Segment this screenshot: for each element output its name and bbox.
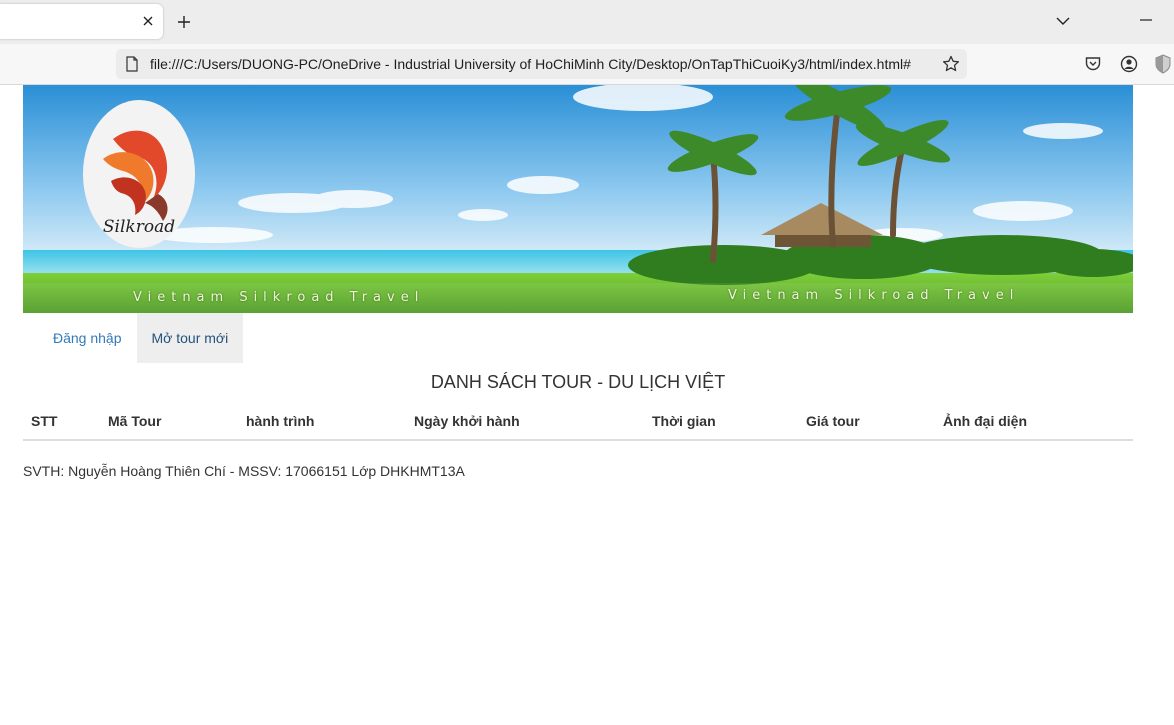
column-header-ma-tour: Mã Tour [100,403,238,441]
tab-strip [0,0,1174,44]
banner-caption-left: Vietnam Silkroad Travel [133,290,425,305]
page-title: DANH SÁCH TOUR - DU LỊCH VIỆT [430,372,726,392]
address-bar[interactable]: file:///C:/Users/DUONG-PC/OneDrive - Ind… [116,49,967,79]
chevron-down-icon[interactable] [1055,13,1071,29]
table-header-row: STT Mã Tour hành trình Ngày khởi hành Th… [23,403,1133,441]
logo-text: Silkroad [103,217,175,237]
shield-icon[interactable] [1155,54,1171,74]
silkroad-logo: Silkroad [83,99,196,249]
account-icon[interactable] [1120,55,1138,73]
new-tab-button[interactable] [175,13,193,31]
column-header-ngay-khoi-hanh: Ngày khởi hành [406,403,644,441]
column-header-stt: STT [23,403,100,441]
column-header-gia-tour: Giá tour [798,403,935,441]
page-icon [124,56,140,72]
banner-caption-right: Vietnam Silkroad Travel [728,288,1020,303]
column-header-hanh-trinh: hành trình [238,403,406,441]
nav-login[interactable]: Đăng nhập [38,313,137,363]
student-info: SVTH: Nguyễn Hoàng Thiên Chí - MSSV: 170… [23,463,465,479]
minimize-icon[interactable] [1138,12,1154,28]
pocket-icon[interactable] [1084,55,1102,73]
close-icon[interactable] [139,12,157,30]
banner-image: Silkroad Vietnam Silkroad Travel Vietnam… [23,85,1133,313]
star-icon[interactable] [942,55,960,73]
url-text[interactable]: file:///C:/Users/DUONG-PC/OneDrive - Ind… [150,56,911,72]
column-header-anh-dai-dien: Ảnh đại diện [935,403,1133,441]
browser-tab[interactable] [0,4,163,39]
nav-new-tour[interactable]: Mở tour mới [136,313,244,363]
column-header-thoi-gian: Thời gian [644,403,798,441]
browser-toolbar: file:///C:/Users/DUONG-PC/OneDrive - Ind… [0,44,1174,85]
tour-table: STT Mã Tour hành trình Ngày khởi hành Th… [23,403,1133,441]
site-nav: Đăng nhập Mở tour mới [38,313,244,363]
